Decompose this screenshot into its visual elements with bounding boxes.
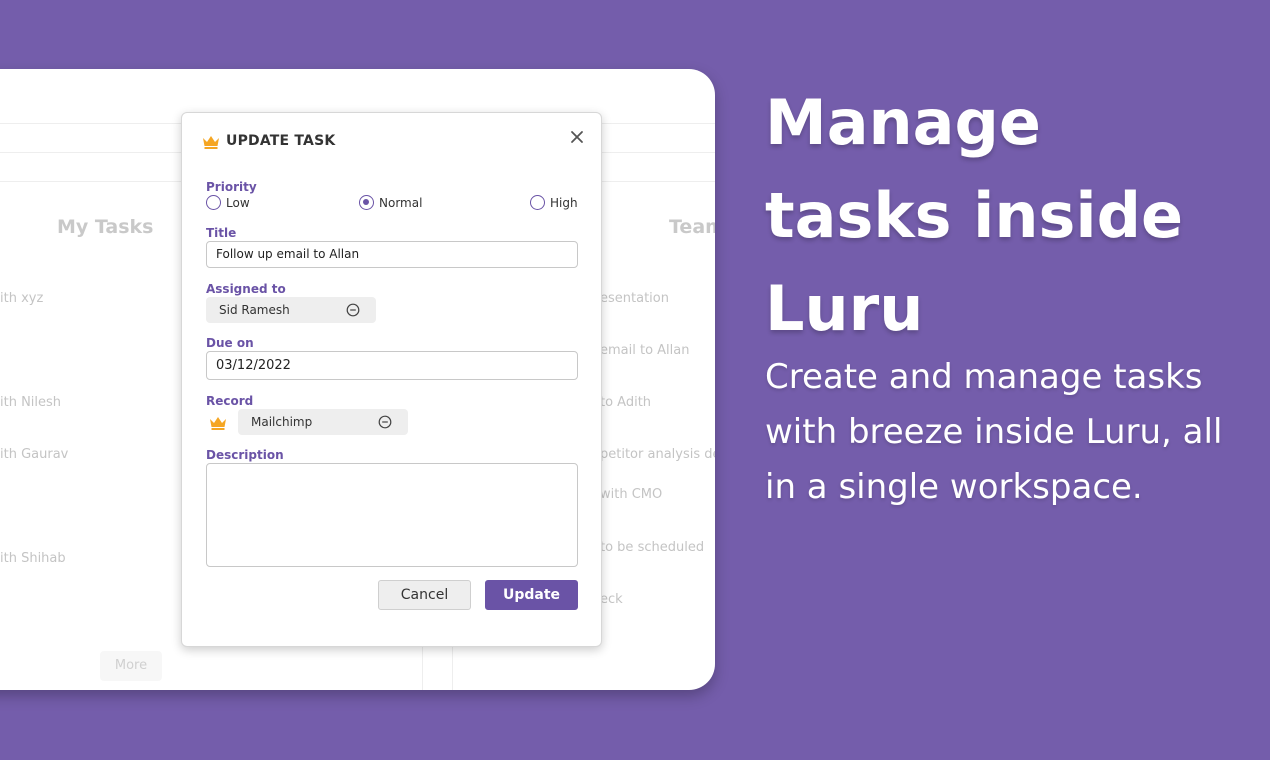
priority-low-radio[interactable]: Low	[206, 195, 250, 210]
more-button[interactable]: More	[100, 651, 162, 681]
priority-high-radio[interactable]: High	[530, 195, 578, 210]
column-heading-my-tasks: My Tasks	[57, 216, 154, 238]
radio-circle	[530, 195, 545, 210]
radio-label: High	[550, 195, 578, 210]
task-item[interactable]: esentation	[600, 291, 669, 306]
task-item[interactable]: eck	[600, 592, 623, 607]
record-label: Record	[206, 394, 254, 408]
radio-label: Normal	[379, 195, 423, 210]
task-item[interactable]: ith Shihab	[0, 551, 66, 566]
record-name: Mailchimp	[251, 415, 313, 429]
title-input[interactable]: Follow up email to Allan	[206, 241, 578, 268]
assigned-to-label: Assigned to	[206, 282, 286, 296]
task-item[interactable]: ith Gaurav	[0, 447, 68, 462]
radio-label: Low	[226, 195, 250, 210]
record-chip: Mailchimp	[238, 409, 408, 435]
crown-icon	[202, 134, 220, 149]
modal-title: UPDATE TASK	[226, 133, 336, 149]
modal-header: UPDATE TASK	[202, 133, 335, 149]
update-button[interactable]: Update	[485, 580, 578, 610]
task-item[interactable]: ith Nilesh	[0, 395, 61, 410]
priority-normal-radio[interactable]: Normal	[359, 195, 422, 210]
assignee-chip: Sid Ramesh	[206, 297, 376, 323]
assignee-name: Sid Ramesh	[219, 303, 290, 317]
task-item[interactable]: petitor analysis de	[600, 447, 715, 462]
task-item[interactable]: ith xyz	[0, 291, 43, 306]
title-label: Title	[206, 226, 237, 240]
remove-icon[interactable]	[378, 415, 392, 429]
close-icon[interactable]	[569, 129, 585, 145]
radio-circle-checked	[359, 195, 374, 210]
hero-subheading: Create and manage tasks with breeze insi…	[765, 357, 1223, 507]
task-item[interactable]: with CMO	[600, 487, 662, 502]
task-item[interactable]: to Adith	[600, 395, 651, 410]
column-heading-team: Team	[669, 216, 715, 238]
task-item[interactable]: to be scheduled	[600, 540, 704, 555]
crown-icon	[209, 415, 227, 430]
due-date-input[interactable]: 03/12/2022	[206, 351, 578, 380]
radio-circle	[206, 195, 221, 210]
hero-heading: Manage tasks inside Luru	[765, 86, 1184, 345]
due-on-label: Due on	[206, 336, 254, 350]
description-textarea[interactable]	[206, 463, 578, 567]
task-item[interactable]: email to Allan	[600, 343, 690, 358]
remove-icon[interactable]	[346, 303, 360, 317]
update-task-modal: UPDATE TASK Priority Low Normal High Tit…	[181, 112, 602, 647]
priority-label: Priority	[206, 180, 257, 194]
cancel-button[interactable]: Cancel	[378, 580, 471, 610]
description-label: Description	[206, 448, 284, 462]
